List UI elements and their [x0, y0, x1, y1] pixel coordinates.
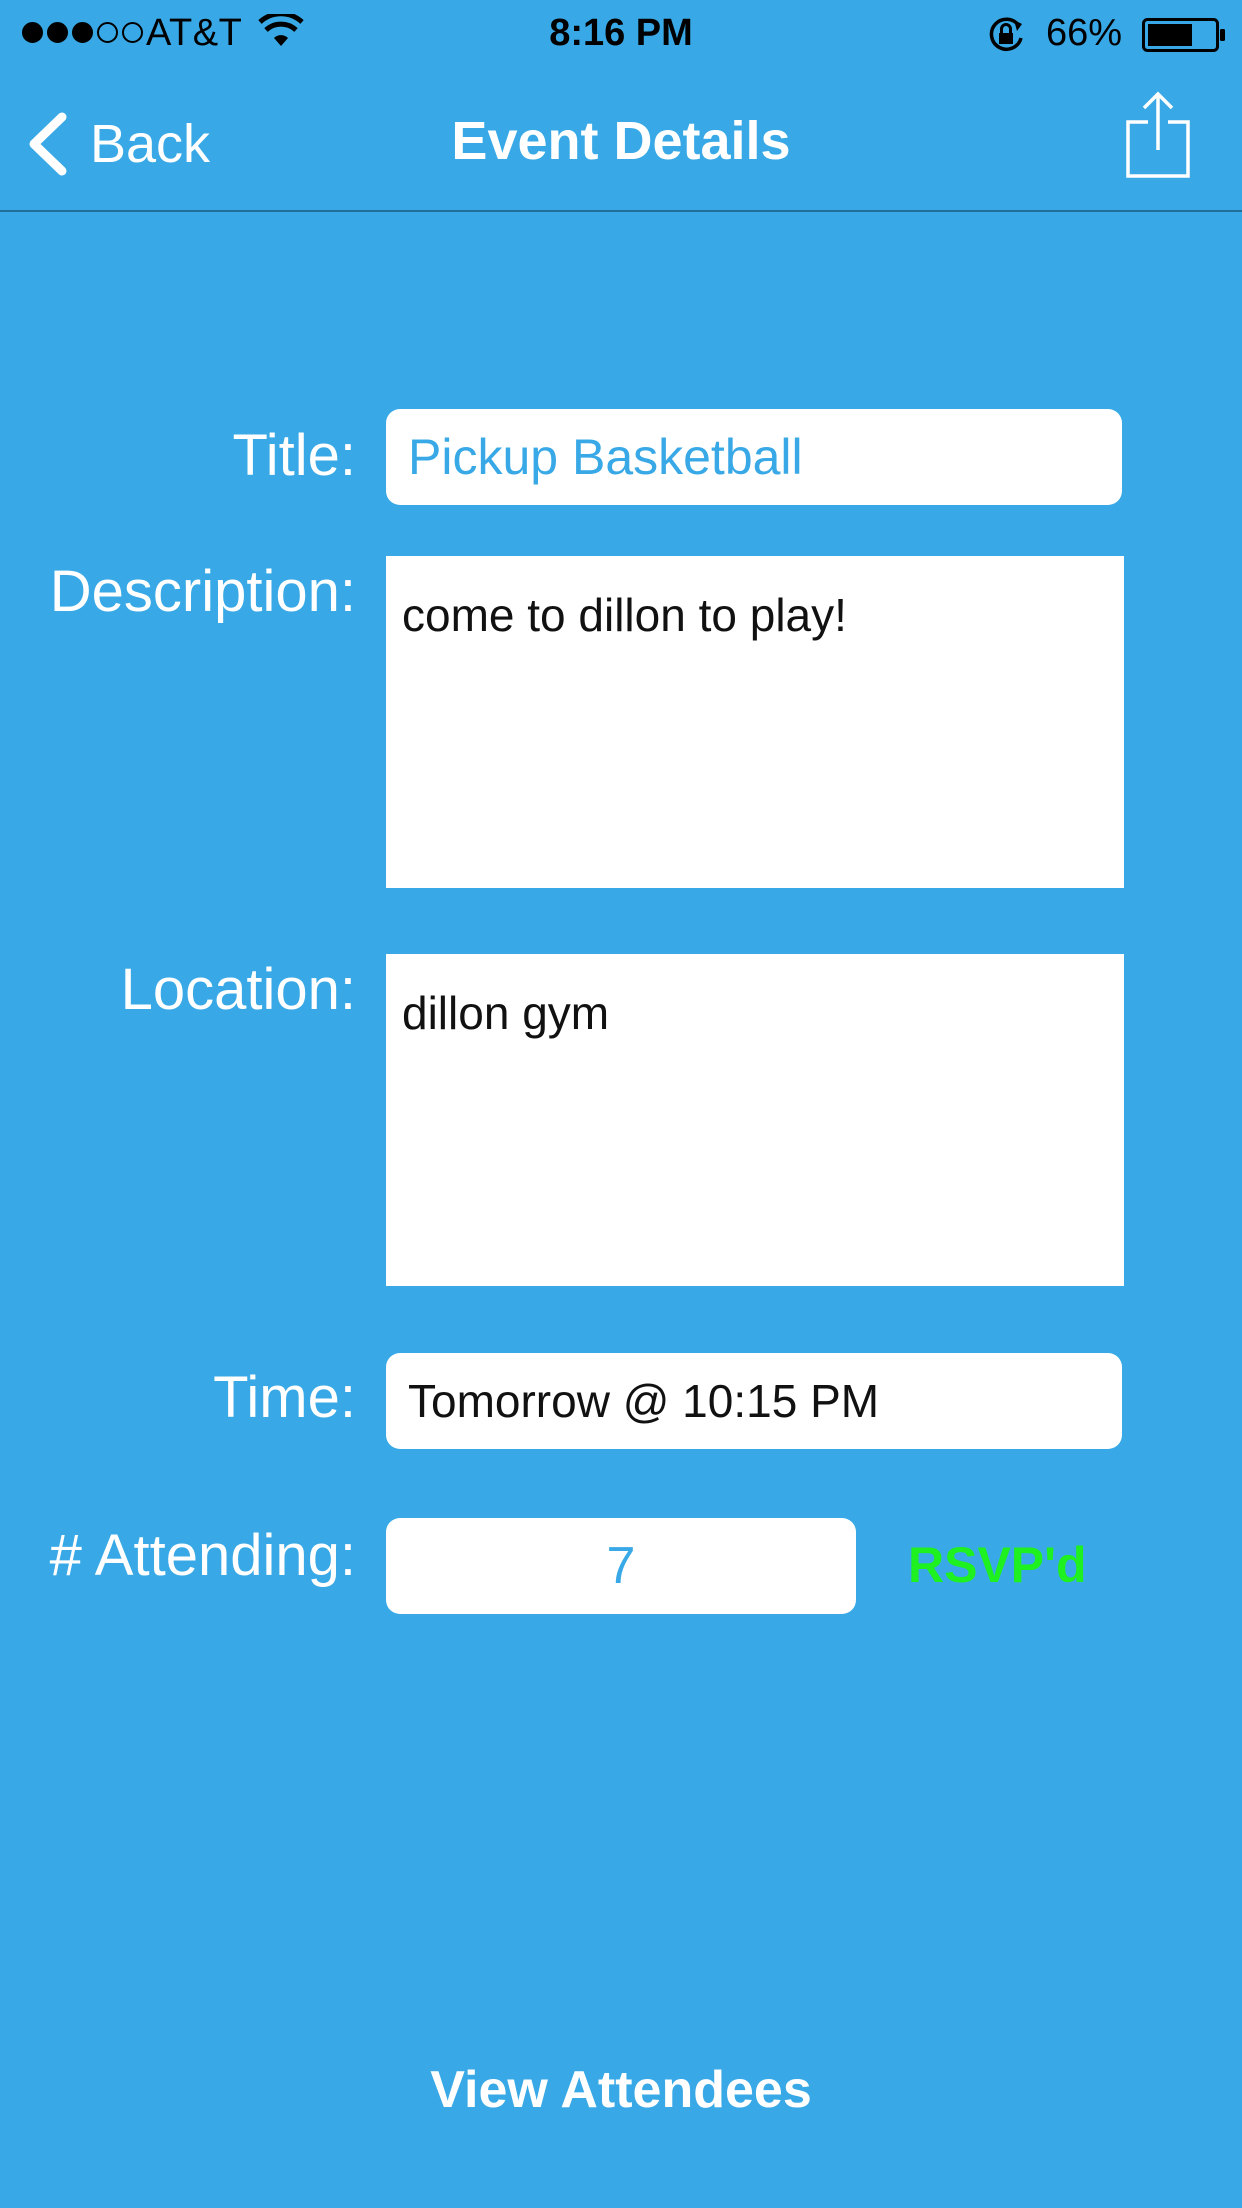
navigation-bar: Back Event Details [0, 66, 1242, 212]
share-icon[interactable] [1122, 88, 1194, 182]
time-label: Time: [213, 1365, 356, 1430]
attending-count-field[interactable]: 7 [386, 1518, 856, 1614]
location-field[interactable]: dillon gym [386, 954, 1124, 1286]
time-field[interactable]: Tomorrow @ 10:15 PM [386, 1353, 1122, 1449]
battery-icon [1142, 18, 1225, 52]
page-title: Event Details [451, 111, 791, 171]
title-field[interactable]: Pickup Basketball [386, 409, 1122, 505]
description-field[interactable]: come to dillon to play! [386, 556, 1124, 888]
title-label: Title: [232, 423, 356, 488]
rsvp-status-badge[interactable]: RSVP'd [908, 1536, 1087, 1594]
battery-percent: 66% [1046, 12, 1123, 54]
view-attendees-button[interactable]: View Attendees [0, 2060, 1242, 2120]
rotation-lock-icon [989, 17, 1023, 51]
description-label: Description: [49, 559, 356, 624]
location-label: Location: [120, 957, 356, 1022]
attending-label: # Attending: [49, 1523, 356, 1588]
status-bar: AT&T 8:16 PM 66% [0, 0, 1242, 66]
